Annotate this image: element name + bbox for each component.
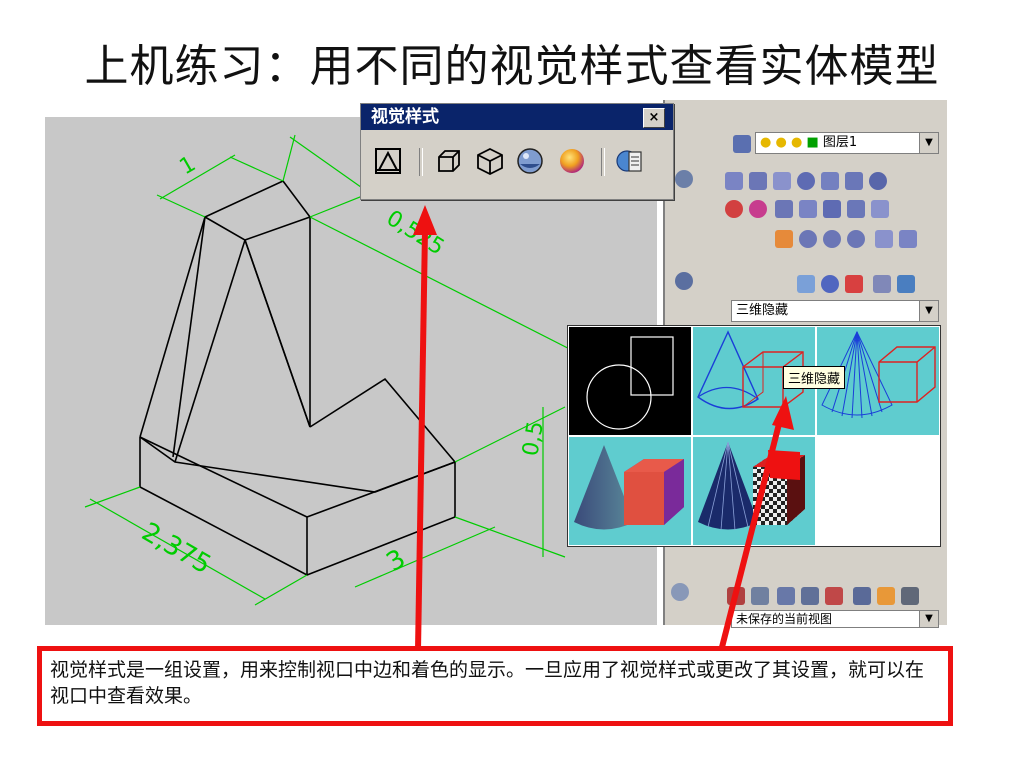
visual-styles-panel-icon[interactable] (675, 272, 693, 290)
sweep-icon[interactable] (799, 200, 817, 218)
cone-tool-icon[interactable] (773, 172, 791, 190)
gallery-realistic[interactable] (569, 437, 691, 545)
presspull-icon[interactable] (775, 200, 793, 218)
conceptual-style-icon[interactable] (845, 275, 863, 293)
2d-wireframe-button[interactable] (371, 144, 405, 178)
conceptual-button[interactable] (555, 144, 589, 178)
hidden-style-icon[interactable] (797, 275, 815, 293)
gallery-2d-wireframe[interactable] (569, 327, 691, 435)
dim-label-diag: 0,525 (382, 206, 449, 261)
wedge-tool-icon[interactable] (749, 172, 767, 190)
dim-label-top: 1 (176, 152, 201, 181)
separator (601, 148, 605, 176)
realistic-button[interactable] (513, 144, 547, 178)
cylinder-tool-icon[interactable] (821, 172, 839, 190)
extrude-icon[interactable] (725, 200, 743, 218)
visual-styles-toolbar: 视觉样式 × (360, 103, 674, 200)
pan-icon[interactable] (727, 587, 745, 605)
realistic-icon (517, 148, 543, 174)
gallery-conceptual[interactable] (693, 437, 815, 545)
revolve-icon[interactable] (749, 200, 767, 218)
toolbar-title: 视觉样式 (371, 107, 439, 127)
separator (419, 148, 423, 176)
union-icon[interactable] (799, 230, 817, 248)
3d-move-icon[interactable] (775, 230, 793, 248)
2d-wireframe-icon (375, 148, 401, 174)
perspective-icon[interactable] (877, 587, 895, 605)
gallery-empty-slot (817, 437, 939, 545)
3d-wireframe-button[interactable] (431, 144, 465, 178)
slide-title: 上机练习：用不同的视觉样式查看实体模型 (84, 41, 940, 92)
visual-styles-manager-icon (616, 150, 642, 172)
edge-settings-icon[interactable] (873, 275, 891, 293)
callout-box: 视觉样式是一组设置，用来控制视口中边和着色的显示。一旦应用了视觉样式或更改了其设… (37, 646, 953, 726)
3d-wireframe-icon (438, 150, 460, 172)
visual-styles-manager-button[interactable] (613, 144, 647, 178)
style-tooltip: 三维隐藏 (783, 366, 846, 389)
section-icon[interactable] (871, 200, 889, 218)
conceptual-icon (560, 149, 584, 173)
visual-style-gallery (567, 325, 941, 547)
interfere-icon[interactable] (875, 230, 893, 248)
conceptual-preview-icon (698, 441, 805, 531)
view-dropdown[interactable]: 未保存的当前视图 ▼ (731, 610, 939, 628)
realistic-style-icon[interactable] (821, 275, 839, 293)
loft-icon[interactable] (823, 200, 841, 218)
box-tool-icon[interactable] (725, 172, 743, 190)
subtract-icon[interactable] (823, 230, 841, 248)
camera-icon[interactable] (853, 587, 871, 605)
chevron-down-icon[interactable]: ▼ (919, 611, 938, 627)
3d-make-icon[interactable] (675, 170, 693, 188)
dim-label-left: 2,375 (137, 517, 216, 580)
layer-dropdown[interactable]: ● ● ● ■ 图层1 ▼ (755, 132, 939, 154)
callout-text: 视觉样式是一组设置，用来控制视口中边和着色的显示。一旦应用了视觉样式或更改了其设… (50, 659, 925, 707)
intersect-icon[interactable] (847, 230, 865, 248)
realistic-preview-icon (574, 445, 684, 530)
layer-icon[interactable] (733, 135, 751, 153)
chevron-down-icon[interactable]: ▼ (919, 301, 938, 321)
dim-label-bottom: 3 (382, 544, 411, 578)
3d-hidden-icon (477, 147, 503, 176)
view-selected: 未保存的当前视图 (736, 612, 833, 626)
3d-hidden-button[interactable] (473, 144, 507, 178)
walk-icon[interactable] (825, 587, 843, 605)
slice-icon[interactable] (847, 200, 865, 218)
2d-wireframe-preview-icon (586, 336, 674, 430)
parallel-icon[interactable] (901, 587, 919, 605)
swivel-icon[interactable] (801, 587, 819, 605)
visual-style-selected: 三维隐藏 (736, 303, 789, 318)
chevron-down-icon[interactable]: ▼ (919, 133, 938, 153)
toolbar-titlebar[interactable]: 视觉样式 × (361, 104, 673, 130)
style-manager-icon[interactable] (897, 275, 915, 293)
orbit-icon[interactable] (777, 587, 795, 605)
dim-label-right: 0,5 (518, 419, 549, 458)
close-icon[interactable]: × (643, 108, 665, 128)
torus-tool-icon[interactable] (869, 172, 887, 190)
visual-style-dropdown[interactable]: 三维隐藏 ▼ (731, 300, 939, 322)
separate-icon[interactable] (899, 230, 917, 248)
sphere-tool-icon[interactable] (797, 172, 815, 190)
pyramid-tool-icon[interactable] (845, 172, 863, 190)
navigation-panel-icon[interactable] (671, 583, 689, 601)
layer-name: 图层1 (822, 135, 858, 150)
zoom-icon[interactable] (751, 587, 769, 605)
